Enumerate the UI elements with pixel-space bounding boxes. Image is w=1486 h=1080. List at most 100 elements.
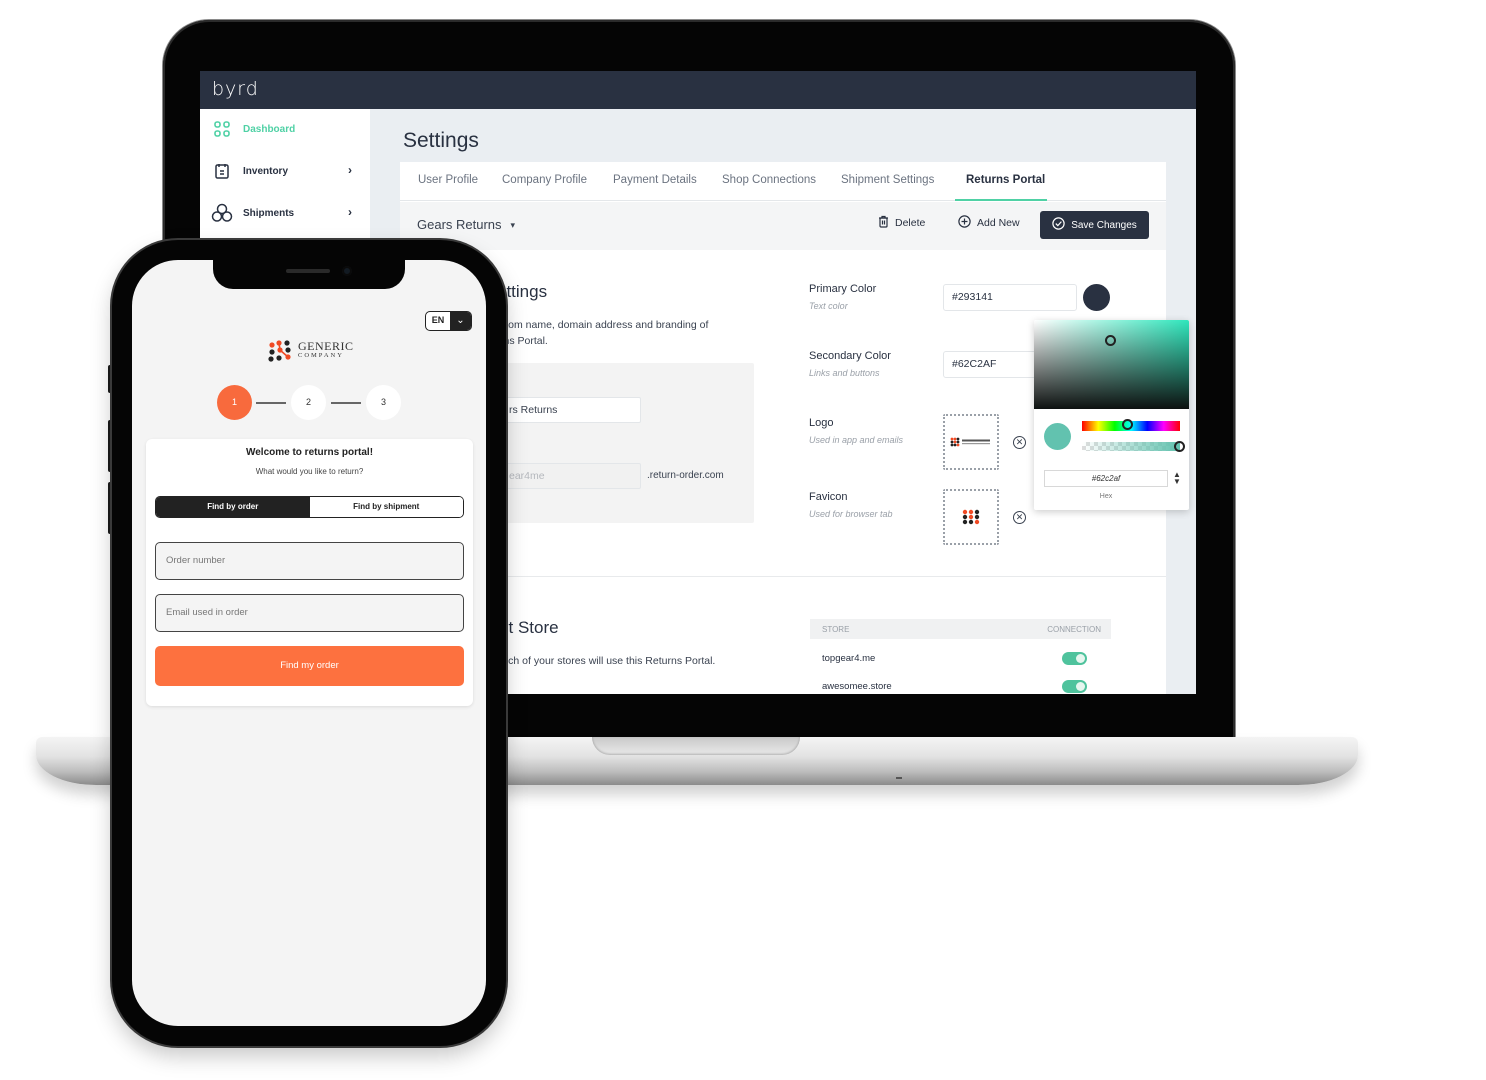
- step-3: 3: [366, 385, 401, 420]
- step-connector: [256, 402, 286, 404]
- check-circle-icon: [1052, 217, 1065, 233]
- delete-button[interactable]: Delete: [878, 215, 925, 231]
- portal-select-value: Gears Returns: [417, 217, 502, 232]
- company-logo-mark-icon: [268, 340, 291, 362]
- remove-favicon-icon[interactable]: ✕: [1013, 511, 1026, 524]
- tab-returns-portal[interactable]: Returns Portal: [966, 174, 1045, 186]
- portal-settings-desc-line1: stom name, domain address and branding o…: [500, 319, 709, 331]
- hex-input[interactable]: #62c2af: [1044, 470, 1168, 487]
- step-1: 1: [217, 385, 252, 420]
- company-name-line1: GENERIC: [298, 339, 354, 353]
- store-row-name: awesomee.store: [822, 681, 892, 692]
- portal-form-panel: [500, 363, 754, 523]
- section-divider: [500, 576, 1166, 577]
- language-code: EN: [431, 315, 445, 325]
- color-picker-popover: #62c2af ▲ ▼ Hex: [1034, 320, 1189, 510]
- sidebar-item-inventory[interactable]: Inventory ›: [200, 151, 370, 191]
- store-table-header: STORE CONNECTION: [810, 619, 1111, 639]
- save-changes-button[interactable]: Save Changes: [1040, 211, 1149, 239]
- search-mode-toggle: Find by order Find by shipment: [155, 496, 464, 518]
- company-name: GENERIC COMPANY: [298, 339, 354, 360]
- domain-suffix: .return-order.com: [647, 470, 724, 481]
- logo-label: Logo: [809, 417, 834, 429]
- tab-user-profile[interactable]: User Profile: [418, 174, 478, 186]
- primary-color-sub: Text color: [809, 301, 848, 311]
- color-preview-swatch: [1044, 423, 1071, 450]
- page-title: Settings: [403, 129, 479, 152]
- portal-settings-desc-line2: rns Portal.: [500, 335, 548, 347]
- phone-speaker: [286, 269, 330, 273]
- favicon-mark-icon: [962, 509, 980, 525]
- primary-color-input[interactable]: #293141: [943, 284, 1077, 311]
- tab-shop-connections[interactable]: Shop Connections: [722, 174, 816, 186]
- portal-toolbar: Gears Returns ▾ Delete Add New Save Chang…: [400, 202, 1166, 250]
- connect-store-title: ct Store: [500, 618, 559, 637]
- primary-color-label: Primary Color: [809, 283, 877, 295]
- welcome-subtitle: What would you like to return?: [255, 467, 364, 476]
- domain-input[interactable]: ear4me: [500, 463, 641, 489]
- sidebar-item-shipments[interactable]: Shipments ›: [200, 193, 370, 233]
- app-topbar: byrd: [200, 71, 1196, 109]
- trash-icon: [878, 215, 889, 231]
- add-new-label: Add New: [977, 217, 1020, 229]
- sidebar-item-dashboard[interactable]: Dashboard: [200, 109, 370, 149]
- col-store: STORE: [822, 625, 850, 634]
- portal-select-dropdown[interactable]: Gears Returns ▾: [417, 217, 515, 232]
- chevron-right-icon: ›: [348, 205, 352, 219]
- tab-payment-details[interactable]: Payment Details: [613, 174, 697, 186]
- secondary-color-sub: Links and buttons: [809, 368, 880, 378]
- col-connection: CONNECTION: [1047, 625, 1101, 634]
- chevron-down-icon: ⌄: [450, 312, 471, 330]
- primary-color-swatch[interactable]: [1083, 284, 1110, 311]
- add-new-button[interactable]: Add New: [958, 215, 1020, 231]
- active-tab-indicator: [955, 199, 1047, 201]
- store-connection-toggle[interactable]: [1062, 652, 1087, 665]
- chevron-right-icon: ›: [348, 163, 352, 177]
- app-logo[interactable]: byrd: [212, 78, 259, 100]
- laptop-indicator-light: [896, 777, 902, 779]
- favicon-upload[interactable]: [943, 489, 999, 545]
- plus-circle-icon: [958, 215, 971, 231]
- saturation-field[interactable]: [1034, 320, 1189, 409]
- saturation-handle[interactable]: [1105, 335, 1116, 346]
- step-2: 2: [291, 385, 326, 420]
- save-changes-label: Save Changes: [1071, 219, 1137, 231]
- logo-upload[interactable]: [943, 414, 999, 470]
- find-by-shipment-tab[interactable]: Find by shipment: [309, 497, 463, 517]
- phone-camera: [342, 266, 352, 276]
- shipments-boxes-icon: [210, 202, 234, 224]
- remove-logo-icon[interactable]: ✕: [1013, 436, 1026, 449]
- welcome-title: Welcome to returns portal!: [245, 447, 374, 458]
- generic-company-logo-icon: [950, 437, 990, 447]
- hex-label: Hex: [1099, 493, 1113, 500]
- order-email-input[interactable]: Email used in order: [155, 594, 464, 632]
- returns-form-card: Welcome to returns portal! What would yo…: [146, 439, 473, 706]
- order-number-input[interactable]: Order number: [155, 542, 464, 580]
- sidebar-item-label: Shipments: [243, 207, 295, 219]
- dashboard-grid-icon: [210, 118, 234, 140]
- hue-handle[interactable]: [1122, 419, 1133, 430]
- generic-company-logo: GENERIC COMPANY: [268, 340, 354, 362]
- alpha-handle[interactable]: [1174, 441, 1185, 452]
- delete-label: Delete: [895, 217, 926, 229]
- secondary-color-label: Secondary Color: [809, 350, 891, 362]
- sidebar-item-label: Dashboard: [243, 123, 296, 135]
- tab-company-profile[interactable]: Company Profile: [502, 174, 587, 186]
- step-connector: [331, 402, 361, 404]
- store-connection-toggle[interactable]: [1062, 680, 1087, 693]
- find-by-order-tab[interactable]: Find by order: [156, 497, 310, 517]
- favicon-sub: Used for browser tab: [809, 509, 893, 519]
- logo-sub: Used in app and emails: [809, 435, 904, 445]
- find-my-order-button[interactable]: Find my order: [155, 646, 464, 686]
- language-selector[interactable]: EN ⌄: [425, 311, 472, 331]
- tab-shipment-settings[interactable]: Shipment Settings: [841, 174, 934, 186]
- alpha-slider[interactable]: [1082, 442, 1180, 451]
- store-row-name: topgear4.me: [822, 653, 876, 664]
- portal-name-input[interactable]: rs Returns: [500, 397, 641, 423]
- format-stepper-icon[interactable]: ▲ ▼: [1173, 471, 1181, 486]
- sidebar-item-label: Inventory: [243, 165, 289, 177]
- inventory-clipboard-icon: [210, 160, 234, 182]
- caret-down-icon: ▾: [510, 220, 516, 230]
- favicon-label: Favicon: [809, 491, 848, 503]
- laptop-trackpad-notch: [592, 737, 800, 755]
